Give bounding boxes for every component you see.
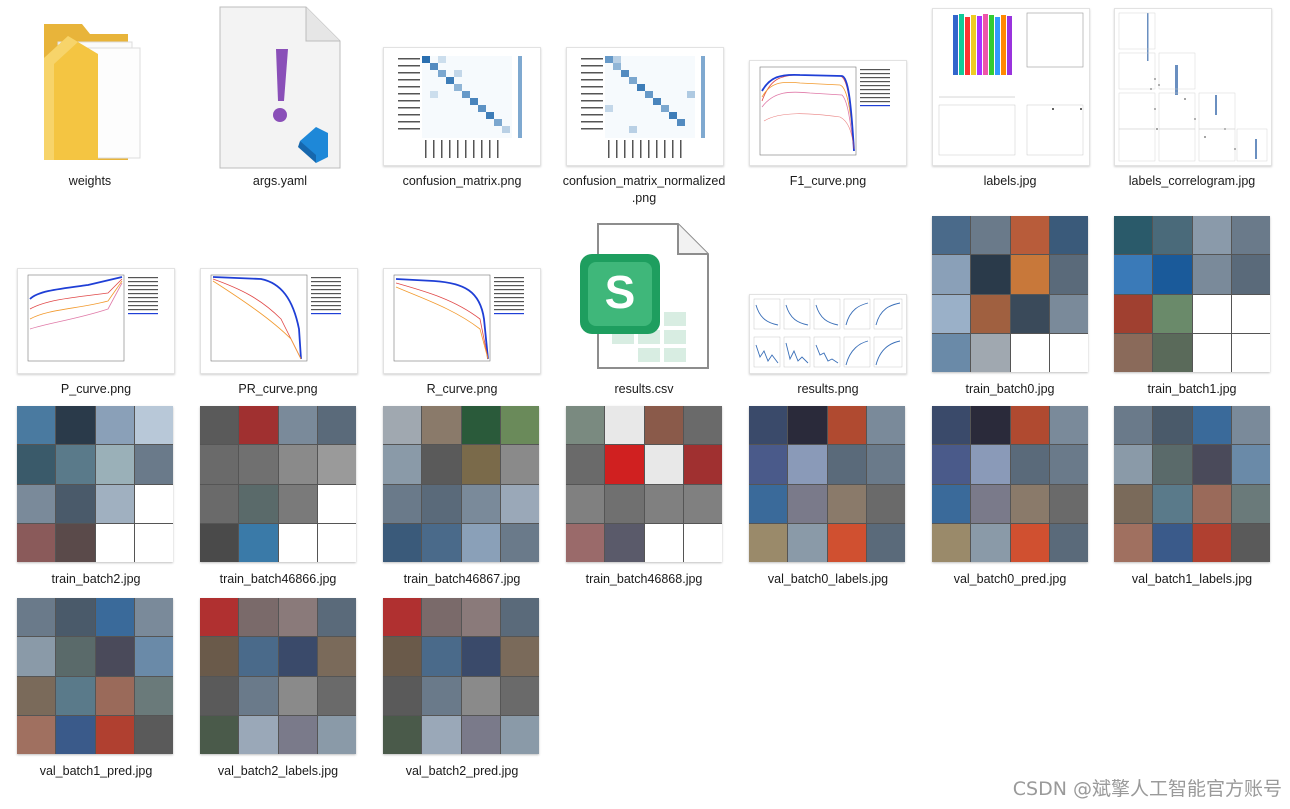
mosaic-thumbnail xyxy=(17,598,173,754)
spreadsheet-icon: S xyxy=(576,222,712,372)
file-name: train_batch0.jpg xyxy=(965,382,1055,396)
file-name: confusion_matrix.png xyxy=(402,174,522,188)
file-name-line-2: .png xyxy=(631,191,657,205)
mosaic-thumbnail xyxy=(200,598,356,754)
results-thumbnail xyxy=(749,294,907,374)
file-name: train_batch46868.jpg xyxy=(585,572,703,586)
file-name: args.yaml xyxy=(252,174,308,188)
file-pr-curve[interactable]: PR_curve.png xyxy=(188,210,368,400)
csv-letter: S xyxy=(605,266,636,318)
folder-icon xyxy=(38,18,150,166)
file-p-curve[interactable]: P_curve.png xyxy=(6,210,186,400)
file-val-batch2-pred[interactable]: val_batch2_pred.jpg xyxy=(372,590,552,780)
file-name-line-1: confusion_matrix_normalized xyxy=(562,174,726,188)
mosaic-thumbnail xyxy=(932,216,1088,372)
file-train-batch46867[interactable]: train_batch46867.jpg xyxy=(372,400,552,590)
file-val-batch2-labels[interactable]: val_batch2_labels.jpg xyxy=(188,590,368,780)
file-name: val_batch0_labels.jpg xyxy=(767,572,889,586)
file-labels-correlogram[interactable]: labels_correlogram.jpg xyxy=(1102,0,1282,200)
file-train-batch1[interactable]: train_batch1.jpg xyxy=(1102,210,1282,400)
file-name: train_batch1.jpg xyxy=(1147,382,1237,396)
labels-thumbnail xyxy=(932,8,1090,166)
confusion-matrix-thumbnail xyxy=(383,47,541,166)
watermark: CSDN @斌擎人工智能官方账号 xyxy=(1012,778,1282,800)
file-val-batch1-pred[interactable]: val_batch1_pred.jpg xyxy=(6,590,186,780)
file-name: labels.jpg xyxy=(983,174,1037,188)
file-name: train_batch46866.jpg xyxy=(219,572,337,586)
file-name: weights xyxy=(68,174,112,188)
file-args-yaml[interactable]: args.yaml xyxy=(190,0,370,200)
file-name: F1_curve.png xyxy=(789,174,867,188)
file-val-batch0-pred[interactable]: val_batch0_pred.jpg xyxy=(920,400,1100,590)
mosaic-thumbnail xyxy=(1114,216,1270,372)
file-r-curve[interactable]: R_curve.png xyxy=(372,210,552,400)
confusion-matrix-normalized-thumbnail xyxy=(566,47,724,166)
mosaic-thumbnail xyxy=(200,406,356,562)
mosaic-thumbnail xyxy=(1114,406,1270,562)
file-name: P_curve.png xyxy=(60,382,132,396)
file-name: results.csv xyxy=(614,382,674,396)
mosaic-thumbnail xyxy=(383,598,539,754)
correlogram-thumbnail xyxy=(1114,8,1272,166)
file-train-batch0[interactable]: train_batch0.jpg xyxy=(920,210,1100,400)
file-name: PR_curve.png xyxy=(238,382,318,396)
mosaic-thumbnail xyxy=(566,406,722,562)
r-curve-thumbnail xyxy=(383,268,541,374)
mosaic-thumbnail xyxy=(17,406,173,562)
mosaic-thumbnail xyxy=(749,406,905,562)
file-val-batch1-labels[interactable]: val_batch1_labels.jpg xyxy=(1102,400,1282,590)
file-name: val_batch1_labels.jpg xyxy=(1131,572,1253,586)
file-f1-curve[interactable]: F1_curve.png xyxy=(738,0,918,200)
pr-curve-thumbnail xyxy=(200,268,358,374)
file-train-batch2[interactable]: train_batch2.jpg xyxy=(6,400,186,590)
file-name: train_batch46867.jpg xyxy=(403,572,521,586)
file-name: train_batch2.jpg xyxy=(51,572,141,586)
file-train-batch46868[interactable]: train_batch46868.jpg xyxy=(554,400,734,590)
file-name: results.png xyxy=(797,382,859,396)
file-name: val_batch1_pred.jpg xyxy=(39,764,153,778)
f1-curve-thumbnail xyxy=(749,60,907,166)
p-curve-thumbnail xyxy=(17,268,175,374)
file-name: val_batch2_pred.jpg xyxy=(405,764,519,778)
file-val-batch0-labels[interactable]: val_batch0_labels.jpg xyxy=(738,400,918,590)
mosaic-thumbnail xyxy=(932,406,1088,562)
file-labels[interactable]: labels.jpg xyxy=(920,0,1100,200)
file-name: val_batch0_pred.jpg xyxy=(953,572,1067,586)
file-confusion-matrix-normalized[interactable]: confusion_matrix_normalized .png xyxy=(554,0,734,210)
file-confusion-matrix[interactable]: confusion_matrix.png xyxy=(372,0,552,200)
file-name: val_batch2_labels.jpg xyxy=(217,764,339,778)
file-name: R_curve.png xyxy=(426,382,498,396)
file-results-png[interactable]: results.png xyxy=(738,210,918,400)
file-results-csv[interactable]: S results.csv xyxy=(554,210,734,400)
yaml-file-icon xyxy=(218,5,344,170)
file-weights[interactable]: weights xyxy=(0,0,180,200)
mosaic-thumbnail xyxy=(383,406,539,562)
file-name: labels_correlogram.jpg xyxy=(1128,174,1256,188)
file-train-batch46866[interactable]: train_batch46866.jpg xyxy=(188,400,368,590)
